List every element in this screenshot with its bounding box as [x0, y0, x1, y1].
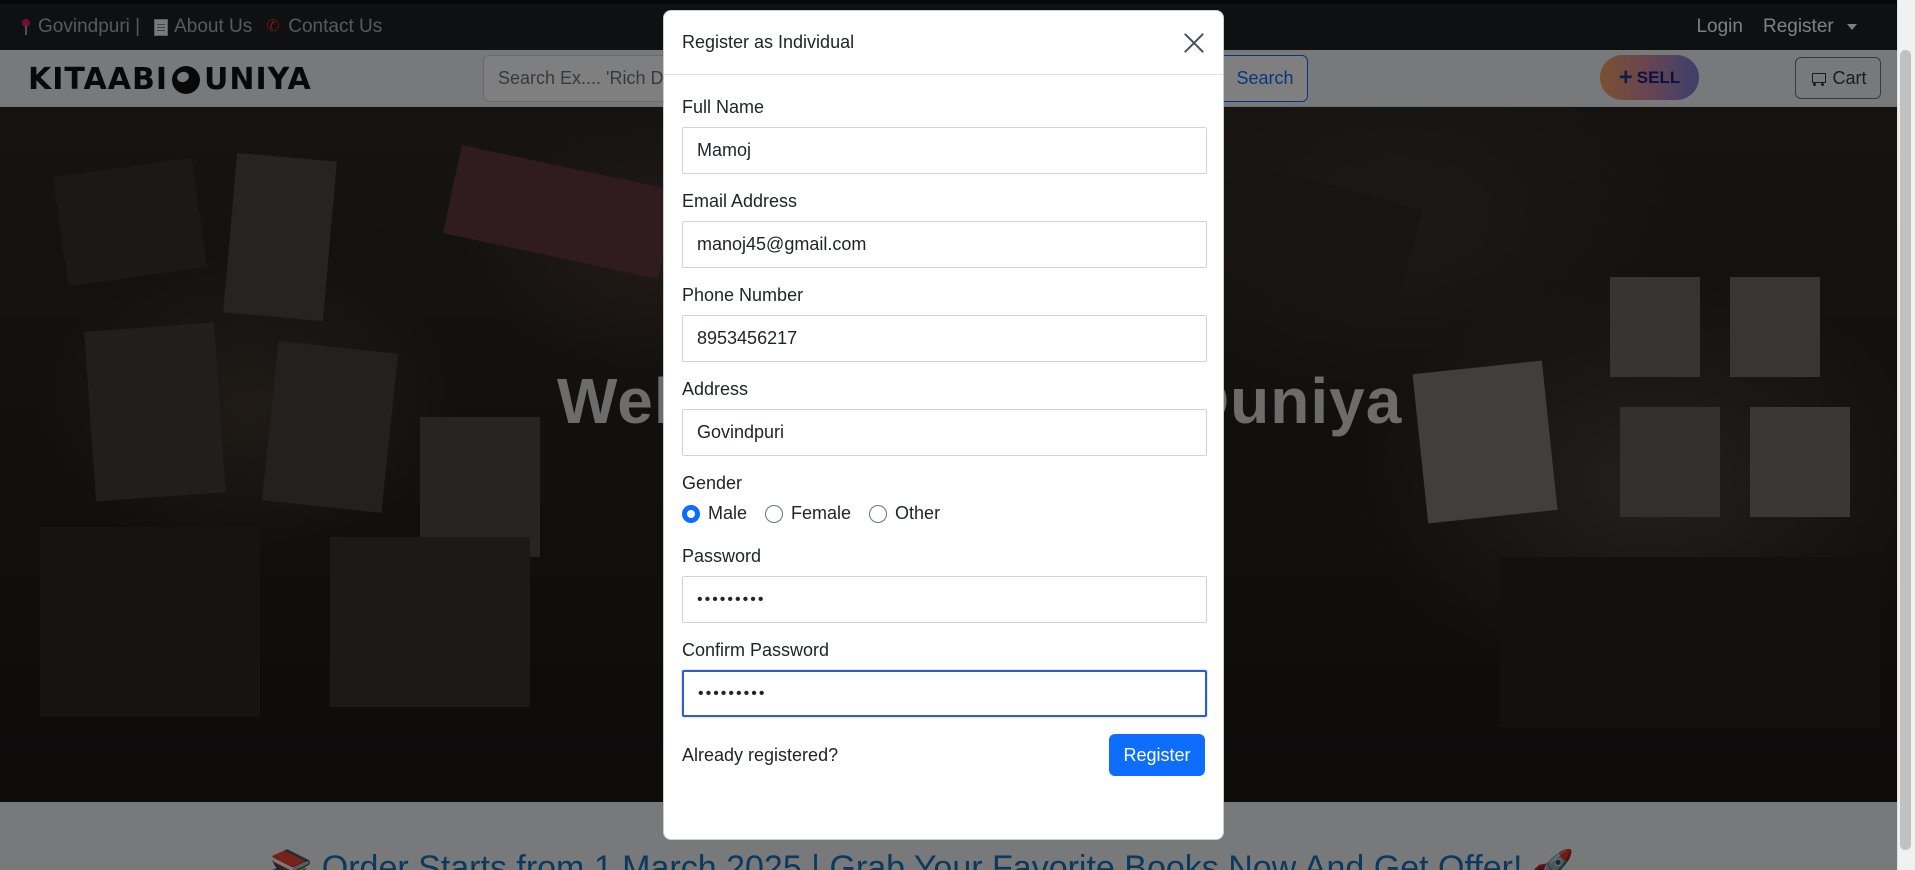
already-registered-link[interactable]: Already registered?: [682, 745, 838, 766]
gender-radio-group: Male Female Other: [682, 503, 1205, 524]
radio-checked-icon[interactable]: [682, 504, 700, 523]
full-name-input[interactable]: Mamoj: [682, 127, 1207, 174]
confirm-password-input[interactable]: •••••••••: [682, 670, 1207, 717]
gender-option-label: Other: [895, 503, 941, 523]
modal-title: Register as Individual: [682, 32, 855, 52]
modal-header: Register as Individual: [664, 11, 1223, 75]
email-input[interactable]: manoj45@gmail.com: [682, 221, 1207, 268]
gender-label: Gender: [682, 473, 743, 493]
password-label: Password: [682, 546, 762, 566]
confirm-password-label: Confirm Password: [682, 640, 830, 660]
full-name-label: Full Name: [682, 97, 765, 117]
phone-label: Phone Number: [682, 285, 804, 305]
address-input[interactable]: Govindpuri: [682, 409, 1207, 456]
address-label: Address: [682, 379, 749, 399]
modal-footer: Already registered? Register: [682, 734, 1205, 776]
gender-option-label: Female: [791, 503, 852, 523]
email-label: Email Address: [682, 191, 798, 211]
phone-input[interactable]: 8953456217: [682, 315, 1207, 362]
register-modal: Register as Individual Full Name Mamoj E…: [663, 10, 1224, 840]
radio-unchecked-icon[interactable]: [765, 504, 784, 523]
password-input[interactable]: •••••••••: [682, 576, 1207, 623]
register-button[interactable]: Register: [1109, 734, 1205, 776]
modal-body: Full Name Mamoj Email Address manoj45@gm…: [664, 75, 1223, 776]
scrollbar-thumb[interactable]: [1900, 50, 1911, 850]
password-masked-value: •••••••••: [697, 590, 766, 608]
gender-option-label: Male: [708, 503, 748, 523]
gender-option-female[interactable]: Female: [765, 503, 851, 524]
confirm-password-masked-value: •••••••••: [698, 684, 767, 702]
gender-option-male[interactable]: Male: [682, 503, 747, 524]
close-icon[interactable]: [1183, 32, 1205, 54]
radio-unchecked-icon[interactable]: [869, 504, 888, 523]
gender-option-other[interactable]: Other: [869, 503, 940, 524]
